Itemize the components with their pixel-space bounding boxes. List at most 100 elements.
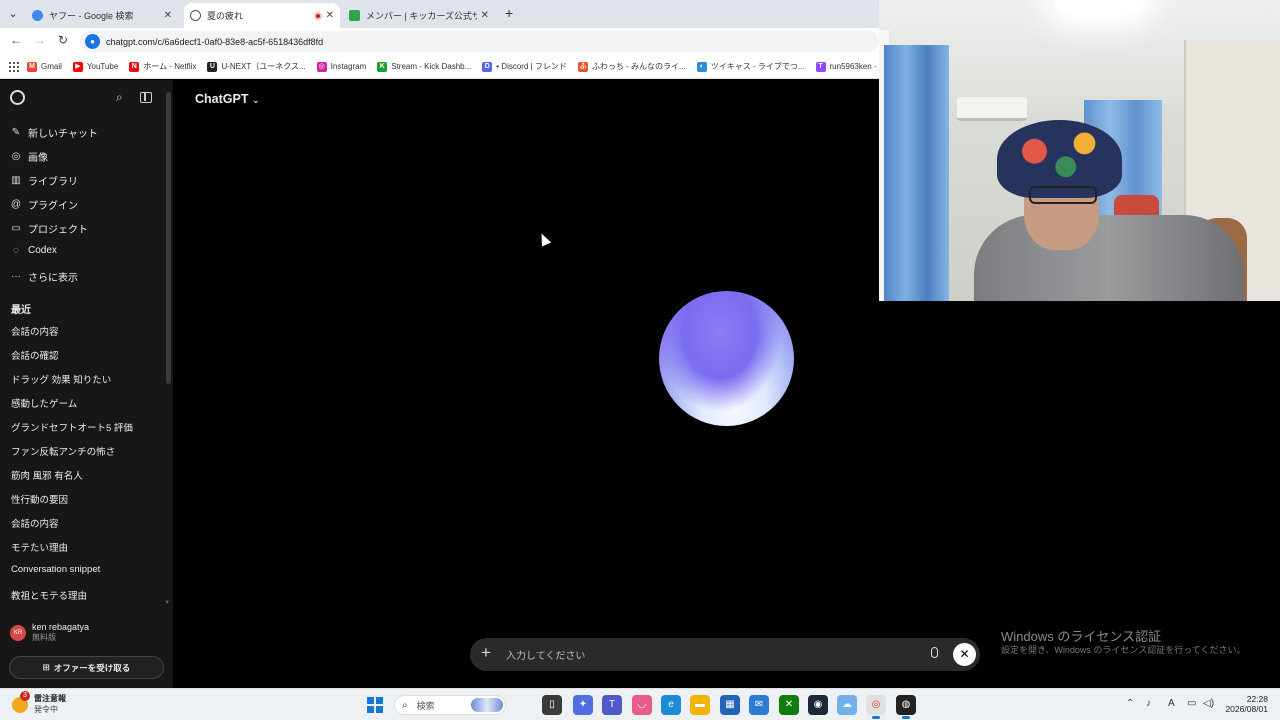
weather-widget[interactable]: 3 雷注意報 発令中: [12, 691, 66, 715]
tab-chatgpt[interactable]: 夏の疲れ ✕: [184, 3, 340, 28]
sidebar-nav-item[interactable]: ◌ Codex: [10, 245, 57, 256]
new-tab-button[interactable]: +: [505, 5, 513, 21]
forward-icon[interactable]: →: [34, 33, 46, 47]
sidebar-toggle-icon[interactable]: [140, 92, 152, 103]
apps-grid-icon[interactable]: [9, 61, 19, 72]
scroll-down-icon[interactable]: ▼: [164, 600, 170, 606]
main-chat-area: ChatGPT ⌄: [173, 80, 879, 688]
chat-history-item[interactable]: 会話の確認: [11, 348, 59, 362]
chat-history-item[interactable]: Conversation snippet: [11, 564, 100, 575]
sidebar-nav-item[interactable]: ··· さらに表示: [10, 269, 78, 284]
bookmark-item[interactable]: ◐ ツイキャス - ライブでつ...: [696, 61, 805, 72]
tab-title: ヤフー - Google 検索: [49, 11, 134, 21]
instagram-icon: ◎: [316, 61, 327, 72]
twitcasting-icon: ◐: [696, 61, 707, 72]
pink-app-icon[interactable]: ◡: [632, 695, 652, 715]
reload-icon[interactable]: ↻: [58, 33, 68, 47]
tab-search-chevron-icon[interactable]: ⌄: [4, 5, 22, 23]
chat-history-item[interactable]: 会話の内容: [11, 516, 59, 530]
bookmark-item[interactable]: K Stream - Kick Dashb...: [377, 61, 472, 72]
sidebar-nav-item[interactable]: ✎ 新しいチャット: [10, 125, 98, 140]
microphone-icon[interactable]: [931, 647, 938, 658]
store-icon[interactable]: ▦: [720, 695, 740, 715]
network-icon[interactable]: ▭: [1187, 698, 1196, 709]
user-profile[interactable]: KR ken rebagatya 無料版: [10, 622, 89, 643]
bookmark-item[interactable]: ふふわっち - みんなのライ...: [577, 61, 686, 72]
outlook-icon[interactable]: ✉: [749, 695, 769, 715]
chrome-icon[interactable]: ◎: [866, 695, 886, 719]
taskbar-search[interactable]: ⌕ 検索: [394, 695, 506, 715]
url-text[interactable]: chatgpt.com/c/6a6decf1-0af0-83e8-ac5f-65…: [106, 37, 323, 47]
bookmark-item[interactable]: D • Discord | フレンド: [482, 61, 567, 72]
copilot-icon[interactable]: ✦: [573, 695, 593, 715]
claim-offer-button[interactable]: ⊞ オファーを受け取る: [9, 656, 164, 679]
xbox-icon[interactable]: ✕: [779, 695, 799, 715]
chat-history-item[interactable]: 性行動の要因: [11, 492, 68, 506]
bookmark-label: Gmail: [41, 62, 62, 71]
bookmark-item[interactable]: U U-NEXT（ユーネクス...: [207, 61, 306, 72]
chat-history-item[interactable]: モテたい理由: [11, 540, 68, 554]
sidebar-nav-item[interactable]: @ プラグイン: [10, 197, 78, 212]
file-explorer-icon[interactable]: ▬: [690, 695, 710, 715]
chat-history-item[interactable]: 会話の内容: [11, 324, 59, 338]
search-icon: ⌕: [402, 699, 408, 711]
edge-icon[interactable]: e: [661, 695, 681, 715]
recording-icon: [313, 11, 322, 20]
tab-title: メンバー | キッカーズ公式サイト: [366, 11, 477, 21]
volume-icon[interactable]: ◁): [1203, 698, 1214, 709]
end-voice-button[interactable]: ✕: [953, 643, 976, 666]
chevron-up-icon[interactable]: ⌃: [1126, 698, 1134, 709]
chat-history-item[interactable]: グランドセフトオート5 評価: [11, 420, 133, 434]
sidebar-nav-item[interactable]: ▭ プロジェクト: [10, 221, 88, 236]
chat-history-item[interactable]: ドラッグ 効果 知りたい: [11, 372, 111, 386]
curtain: [884, 45, 949, 301]
weather-subtitle: 発令中: [34, 705, 58, 714]
back-icon[interactable]: ←: [10, 33, 22, 47]
message-input[interactable]: 入力してください: [506, 647, 585, 662]
close-icon[interactable]: ✕: [481, 10, 489, 21]
address-bar[interactable]: ● chatgpt.com/c/6a6decf1-0af0-83e8-ac5f-…: [80, 31, 879, 52]
bookmark-label: Stream - Kick Dashb...: [391, 62, 472, 71]
tab-kickers[interactable]: メンバー | キッカーズ公式サイト ✕: [343, 3, 495, 28]
sidebar-nav-item[interactable]: ◎ 画像: [10, 149, 48, 164]
claim-offer-label: オファーを受け取る: [53, 662, 131, 673]
openai-logo-icon[interactable]: [10, 90, 25, 105]
bookmark-item[interactable]: M Gmail: [27, 61, 62, 72]
sidebar-nav-item[interactable]: ▥ ライブラリ: [10, 173, 78, 188]
ime-icon[interactable]: A: [1168, 698, 1175, 709]
bookmark-item[interactable]: ▶ YouTube: [72, 61, 118, 72]
twitch-icon: T: [815, 61, 826, 72]
obs-icon[interactable]: ◍: [896, 695, 916, 719]
chat-history-item[interactable]: 筋肉 風邪 有名人: [11, 468, 83, 482]
model-selector[interactable]: ChatGPT ⌄: [195, 92, 260, 106]
plus-icon[interactable]: +: [481, 643, 491, 663]
clock[interactable]: 22:28 2026/08/01: [1224, 694, 1268, 714]
sidebar-nav-label: 新しいチャット: [28, 129, 98, 140]
sidebar-scrollbar[interactable]: [166, 92, 171, 384]
bookmark-item[interactable]: Trun5963ken - Twitch: [815, 61, 879, 72]
bookmark-item[interactable]: N ホーム - Netflix: [129, 61, 196, 72]
close-icon[interactable]: ✕: [164, 10, 172, 21]
task-view-icon[interactable]: ▯: [542, 695, 562, 715]
tab-title: 夏の疲れ: [207, 11, 244, 21]
close-icon[interactable]: ✕: [326, 10, 334, 21]
chat-history-item[interactable]: 感動したゲーム: [11, 396, 77, 410]
voice-mode-orb: [659, 291, 794, 426]
codex-icon: ◌: [13, 245, 19, 256]
windows-start-icon[interactable]: [367, 697, 383, 713]
webcam-overlay: [879, 0, 1280, 301]
netflix-icon: N: [129, 61, 140, 72]
chat-history-item[interactable]: ファン反転アンチの怖さ: [11, 444, 115, 458]
weather-app-icon[interactable]: ☁: [837, 695, 857, 715]
search-icon[interactable]: ⌕: [116, 90, 123, 105]
sidebar-nav-label: さらに表示: [28, 273, 78, 284]
microphone-icon[interactable]: ♪: [1146, 698, 1151, 709]
steam-icon[interactable]: ◉: [808, 695, 828, 715]
bookmark-item[interactable]: ◎ Instagram: [316, 61, 366, 72]
tab-yahoo-search[interactable]: ヤフー - Google 検索 ✕: [26, 3, 178, 28]
glasses: [1029, 186, 1097, 204]
chat-history-item[interactable]: 教祖とモテる理由: [11, 588, 87, 602]
model-name: ChatGPT: [195, 92, 249, 106]
teams-icon[interactable]: T: [602, 695, 622, 715]
site-info-icon[interactable]: ●: [85, 34, 100, 49]
